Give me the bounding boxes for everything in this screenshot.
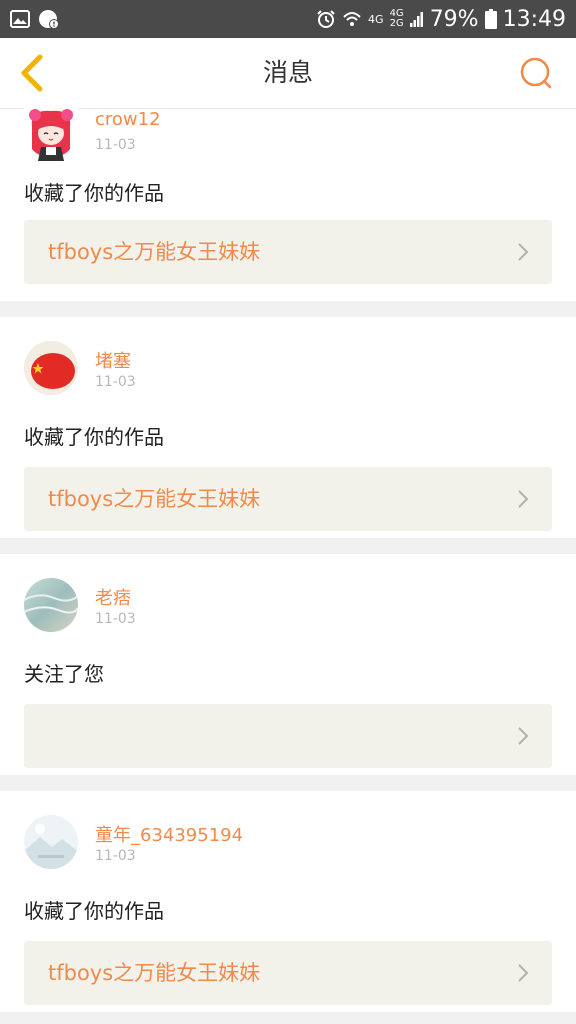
divider: [0, 538, 576, 554]
battery-percent: 79%: [429, 6, 479, 32]
gallery-icon: [10, 10, 30, 28]
username[interactable]: 老痞: [95, 584, 131, 610]
ocean-avatar[interactable]: [24, 578, 78, 632]
message-item: 老痞 11-03 关注了您: [0, 554, 576, 775]
user-row: 老痞 11-03: [24, 554, 552, 652]
message-date: 11-03: [95, 374, 136, 390]
page-title: 消息: [262, 58, 313, 87]
network-4g-label: 4G: [368, 12, 384, 26]
divider: [0, 301, 576, 317]
message-date: 11-03: [95, 137, 136, 153]
status-left: [0, 8, 60, 30]
work-link[interactable]: tfboys之万能女王妹妹: [24, 941, 552, 1005]
wifi-icon: [343, 12, 361, 26]
divider: [0, 775, 576, 791]
work-link[interactable]: tfboys之万能女王妹妹: [24, 220, 552, 284]
chevron-right-icon: [518, 964, 529, 982]
message-item: 童年_634395194 11-03 收藏了你的作品 tfboys之万能女王妹妹: [0, 791, 576, 1012]
username[interactable]: 堵塞: [95, 347, 131, 373]
landscape-avatar[interactable]: [24, 815, 78, 869]
message-action: 收藏了你的作品: [24, 899, 164, 923]
clock: 13:49: [502, 6, 566, 32]
red-flag-ball-avatar[interactable]: [24, 341, 78, 395]
work-link[interactable]: tfboys之万能女王妹妹: [24, 467, 552, 531]
battery-icon: [484, 9, 497, 29]
message-date: 11-03: [95, 848, 136, 864]
chevron-right-icon: [518, 727, 529, 745]
message-date: 11-03: [95, 611, 136, 627]
message-list: crow12 11-03 收藏了你的作品 tfboys之万能女王妹妹 堵塞 11…: [0, 107, 576, 1012]
message-action: 关注了您: [24, 662, 104, 686]
app-header: 消息: [0, 38, 576, 109]
username[interactable]: 童年_634395194: [95, 821, 243, 847]
message-item: 堵塞 11-03 收藏了你的作品 tfboys之万能女王妹妹: [0, 317, 576, 538]
status-right: 4G 4G 2G 79% 13:49: [316, 7, 576, 32]
anime-girl-avatar[interactable]: [24, 107, 78, 161]
status-bar: 4G 4G 2G 79% 13:49: [0, 0, 576, 38]
user-row: 童年_634395194 11-03: [24, 791, 552, 889]
message-item: crow12 11-03 收藏了你的作品 tfboys之万能女王妹妹: [0, 107, 576, 301]
network-2g-small: 2G: [389, 18, 404, 29]
message-action: 收藏了你的作品: [24, 181, 164, 205]
work-title: tfboys之万能女王妹妹: [48, 961, 261, 985]
signal-icon: [409, 12, 423, 27]
work-link[interactable]: [24, 704, 552, 768]
search-icon[interactable]: [518, 55, 554, 91]
chevron-right-icon: [518, 243, 529, 261]
username[interactable]: crow12: [95, 109, 161, 130]
work-title: tfboys之万能女王妹妹: [48, 487, 261, 511]
network-dual-label: 4G 2G: [390, 9, 404, 29]
message-action: 收藏了你的作品: [24, 425, 164, 449]
user-row: 堵塞 11-03: [24, 317, 552, 415]
work-title: tfboys之万能女王妹妹: [48, 240, 261, 264]
notification-icon: [39, 10, 59, 29]
chevron-right-icon: [518, 490, 529, 508]
user-row: crow12 11-03: [24, 107, 552, 171]
alarm-icon: [317, 10, 335, 28]
